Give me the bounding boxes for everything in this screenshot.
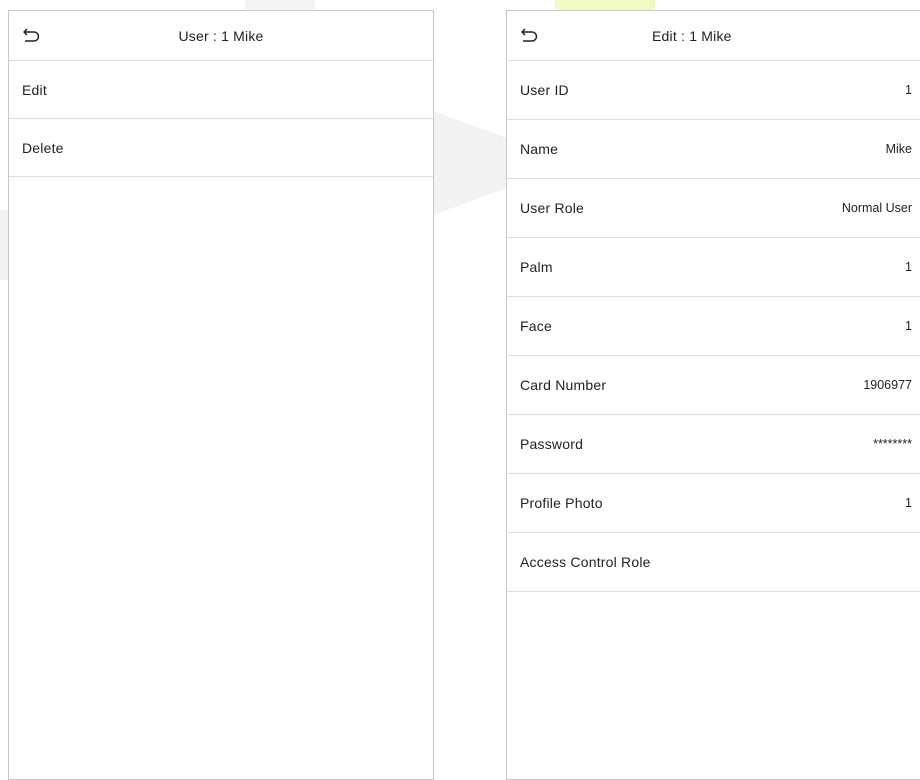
menu-item-label: Edit	[22, 81, 47, 98]
field-label: User ID	[520, 82, 569, 98]
field-user-id[interactable]: User ID 1	[507, 61, 920, 120]
back-arrow-icon	[521, 28, 538, 42]
field-face[interactable]: Face 1	[507, 297, 920, 356]
field-card-number[interactable]: Card Number 1906977	[507, 356, 920, 415]
field-value: 1906977	[863, 378, 912, 392]
field-label: Password	[520, 436, 584, 452]
field-name[interactable]: Name Mike	[507, 120, 920, 179]
page-title: User : 1 Mike	[178, 27, 264, 44]
user-options-screen: User : 1 Mike Edit Delete	[8, 10, 434, 780]
field-label: User Role	[520, 200, 585, 216]
field-profile-photo[interactable]: Profile Photo 1	[507, 474, 920, 533]
back-button[interactable]	[517, 24, 541, 46]
menu-item-label: Delete	[22, 139, 64, 156]
page-title: Edit : 1 Mike	[652, 27, 732, 44]
title-bar: Edit : 1 Mike	[507, 11, 920, 61]
menu-item-delete[interactable]: Delete	[9, 119, 433, 177]
field-value: ********	[873, 437, 912, 451]
field-value: 1	[905, 83, 912, 97]
field-access-control-role[interactable]: Access Control Role	[507, 533, 920, 592]
field-label: Card Number	[520, 377, 607, 393]
menu-item-edit[interactable]: Edit	[9, 61, 433, 119]
field-value: 1	[905, 319, 912, 333]
field-user-role[interactable]: User Role Normal User	[507, 179, 920, 238]
field-label: Profile Photo	[520, 495, 603, 511]
field-value: Mike	[885, 142, 912, 156]
field-label: Palm	[520, 259, 553, 275]
field-value: Normal User	[841, 201, 912, 215]
watermark-shape	[425, 108, 515, 218]
title-bar: User : 1 Mike	[9, 11, 433, 61]
field-password[interactable]: Password ********	[507, 415, 920, 474]
field-value: 1	[905, 496, 912, 510]
field-palm[interactable]: Palm 1	[507, 238, 920, 297]
field-label: Access Control Role	[520, 554, 651, 570]
field-label: Name	[520, 141, 559, 157]
field-value: 1	[905, 260, 912, 274]
field-label: Face	[520, 318, 552, 334]
edit-user-screen: Edit : 1 Mike User ID 1 Name Mike User R…	[506, 10, 920, 780]
